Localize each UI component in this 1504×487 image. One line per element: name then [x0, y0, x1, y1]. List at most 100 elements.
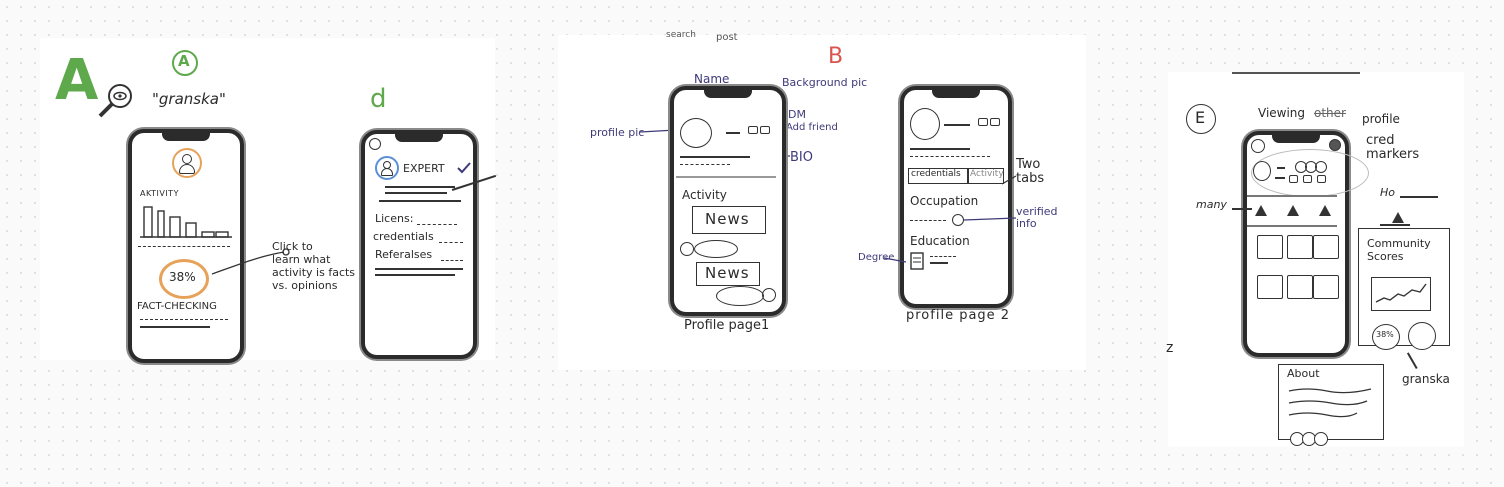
text-line [379, 200, 461, 202]
settings-icon [1329, 139, 1341, 151]
expert-label: EXPERT [403, 162, 445, 175]
avatar-icon [680, 242, 694, 256]
text-line [140, 319, 228, 320]
community-scores-panel: Community Scores [1358, 228, 1450, 346]
news-card: News [696, 262, 760, 286]
licens-label: Licens: [375, 212, 414, 225]
phone-a-activity: AKTIVITY 38% FACT-CHECKING [128, 129, 244, 363]
phone-notch [1272, 134, 1320, 143]
divider [1247, 195, 1337, 197]
score-chart [1371, 277, 1431, 311]
dm-icon [978, 118, 988, 126]
add-friend-icon [760, 126, 770, 134]
viewing-annotation-post: profile [1362, 112, 1400, 126]
viewing-annotation-pre: Viewing [1258, 106, 1306, 120]
granska-icon [1408, 322, 1436, 350]
divider [138, 246, 230, 247]
text-line [910, 148, 970, 150]
phone-notch [395, 133, 443, 142]
avatar-icon [762, 288, 776, 302]
stat-box [1317, 175, 1326, 183]
sketch-e-label: E [1186, 104, 1216, 134]
profile-pic-placeholder [1253, 161, 1271, 181]
referalses-label: Referalses [375, 248, 433, 261]
phone-notch [162, 132, 210, 141]
left-note: many [1196, 198, 1227, 211]
text-line [1277, 167, 1285, 169]
about-text-lines [1288, 388, 1372, 418]
triangle-icon [1255, 205, 1267, 216]
avatar-icon [172, 148, 202, 178]
stat-box [1289, 175, 1298, 183]
text-line [417, 224, 457, 225]
speech-bubble [716, 286, 764, 306]
phone-b-profile-1: Activity News News [670, 86, 786, 316]
text-line [385, 186, 455, 188]
text-line [726, 132, 740, 134]
grid-tile [1287, 275, 1313, 299]
sketch-b-label: B [828, 44, 844, 69]
paper-edge-line [1232, 72, 1360, 74]
divider [1247, 225, 1337, 227]
fact-ratio-ring: 38% [159, 259, 209, 299]
stat-box [1303, 175, 1312, 183]
text-line [1275, 177, 1285, 179]
about-heading: About [1287, 367, 1320, 380]
sketch-a-badge: A [172, 50, 198, 76]
annotation-line [1232, 208, 1252, 210]
grid-tile [1257, 235, 1283, 259]
grid-tile [1313, 235, 1339, 259]
settings-icon [1251, 139, 1265, 153]
about-panel: About [1278, 364, 1384, 440]
checkmark-icon [457, 162, 471, 174]
magnifier-icon [98, 84, 132, 118]
credentials-label: credentials [373, 230, 434, 243]
profile-pic-annotation: profile pic [590, 126, 645, 139]
app-name-label: "granska" [152, 90, 226, 108]
avatar-icon [375, 156, 399, 180]
triangle-icon [1287, 205, 1299, 216]
dm-icon [748, 126, 758, 134]
cred-markers-annotation: cred markers [1366, 133, 1420, 162]
trend-line [1375, 283, 1427, 303]
profile-pic-placeholder [910, 108, 940, 140]
grid-tile [1287, 235, 1313, 259]
text-line [375, 268, 463, 270]
text-line [441, 260, 463, 261]
divider [676, 176, 776, 178]
annotation-line [1380, 224, 1410, 226]
settings-icon [369, 138, 381, 150]
stray-mark: z [1166, 340, 1174, 356]
cred-marker [1314, 432, 1328, 446]
text-line [375, 274, 455, 276]
activity-bar-chart [140, 206, 232, 238]
grid-tile [1313, 275, 1339, 299]
right-note: Ho [1380, 186, 1396, 199]
annotation-line [1400, 196, 1438, 198]
granska-label: granska [1402, 372, 1450, 386]
cred-marker [1315, 161, 1327, 173]
phone-notch [932, 89, 980, 98]
fact-checking-label: FACT-CHECKING [137, 301, 217, 312]
text-line [944, 124, 970, 126]
text-line [910, 156, 990, 157]
name-annotation: Name [694, 72, 730, 86]
phone-notch [704, 89, 752, 98]
caption-profile-page-1: Profile page1 [684, 318, 770, 333]
text-line [140, 326, 210, 328]
phone-d-expert: EXPERT Licens: credentials Referalses [361, 130, 477, 359]
speech-bubble [694, 240, 738, 258]
activity-heading: AKTIVITY [140, 189, 179, 198]
grid-tile [1257, 275, 1283, 299]
viewing-annotation-struck: other [1314, 106, 1346, 120]
text-line [385, 192, 447, 194]
top-post-label: post [716, 32, 738, 43]
triangle-icon [1319, 205, 1331, 216]
activity-heading: Activity [682, 188, 727, 202]
annotation-note: Click to learn what activity is facts vs… [272, 240, 356, 292]
sketch-a-label: A [55, 48, 99, 113]
annotation-arrows-b2 [883, 175, 1017, 263]
text-line [680, 156, 750, 158]
news-card: News [692, 206, 766, 234]
community-scores-heading: Community Scores [1367, 237, 1431, 263]
